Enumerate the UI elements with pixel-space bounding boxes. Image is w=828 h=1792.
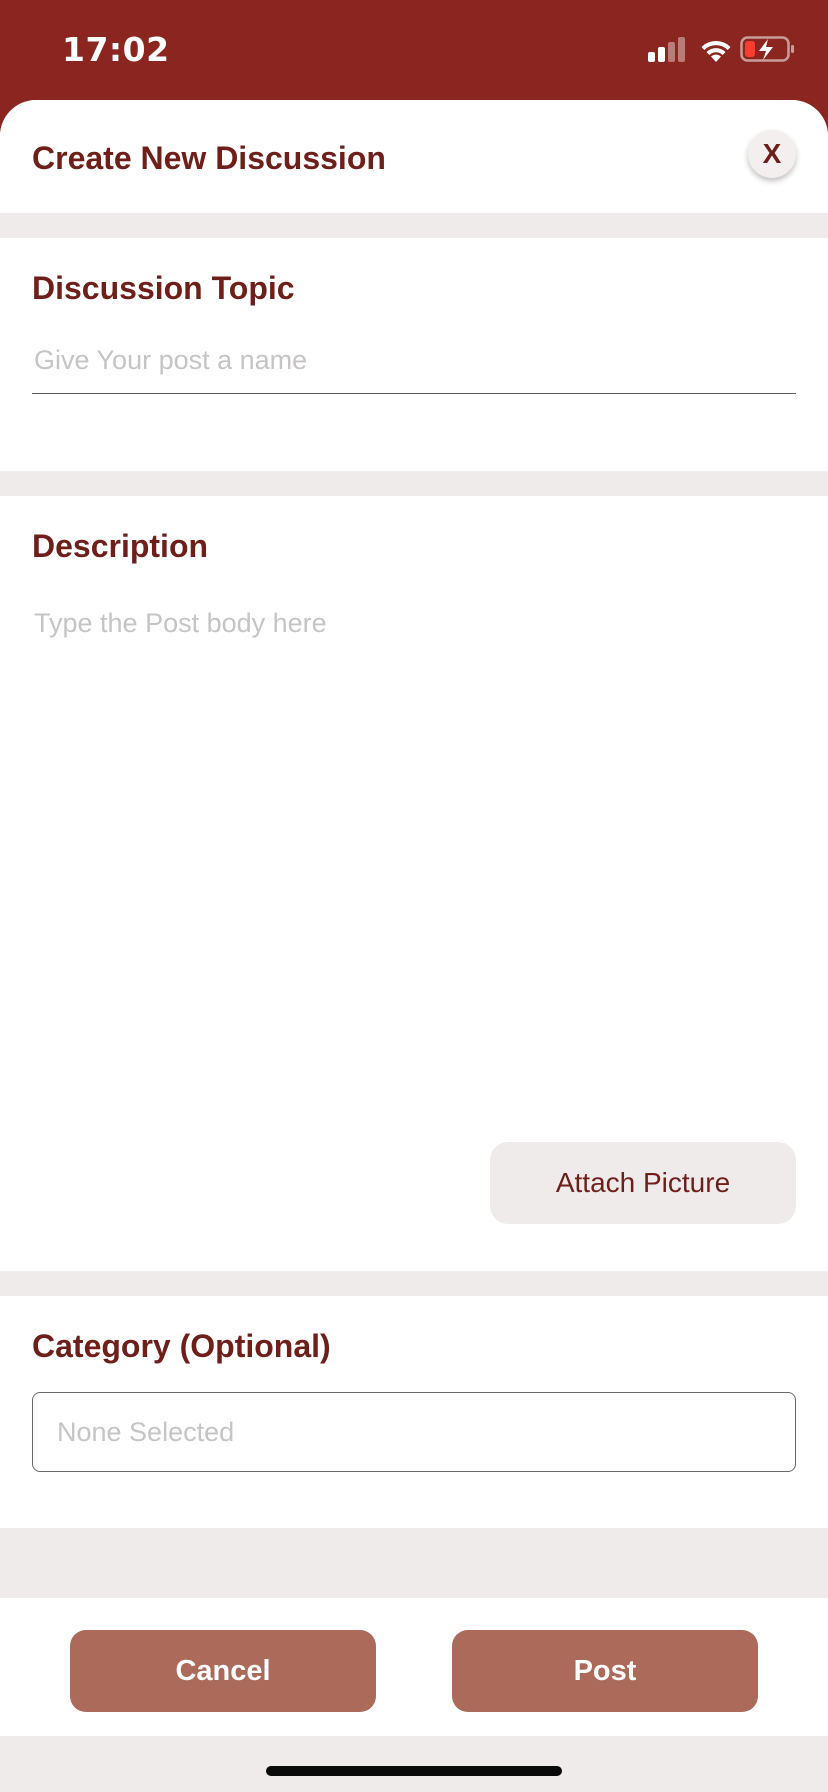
topic-section: Discussion Topic	[0, 238, 828, 471]
battery-charging-low-icon	[740, 36, 794, 62]
attach-picture-button[interactable]: Attach Picture	[490, 1142, 796, 1224]
category-section: Category (Optional) None Selected	[0, 1296, 828, 1528]
close-button[interactable]: X	[748, 130, 796, 178]
sheet-header: Create New Discussion X	[0, 100, 828, 213]
create-discussion-sheet: Create New Discussion X Discussion Topic…	[0, 100, 828, 1792]
status-time: 17:02	[62, 30, 170, 69]
home-indicator	[266, 1766, 562, 1776]
topic-input[interactable]	[32, 328, 796, 394]
description-section: Description Attach Picture	[0, 496, 828, 1271]
status-bar: 17:02	[0, 0, 828, 100]
post-button[interactable]: Post	[452, 1630, 758, 1712]
cellular-signal-icon	[648, 36, 688, 64]
category-select[interactable]: None Selected	[32, 1392, 796, 1472]
wifi-icon	[701, 40, 731, 62]
page-title: Create New Discussion	[32, 140, 386, 176]
topic-label: Discussion Topic	[32, 270, 295, 306]
cancel-button[interactable]: Cancel	[70, 1630, 376, 1712]
action-bar: Cancel Post	[0, 1598, 828, 1736]
category-label: Category (Optional)	[32, 1328, 331, 1364]
description-input[interactable]	[32, 596, 796, 1086]
description-label: Description	[32, 528, 209, 564]
status-icons	[648, 34, 798, 64]
